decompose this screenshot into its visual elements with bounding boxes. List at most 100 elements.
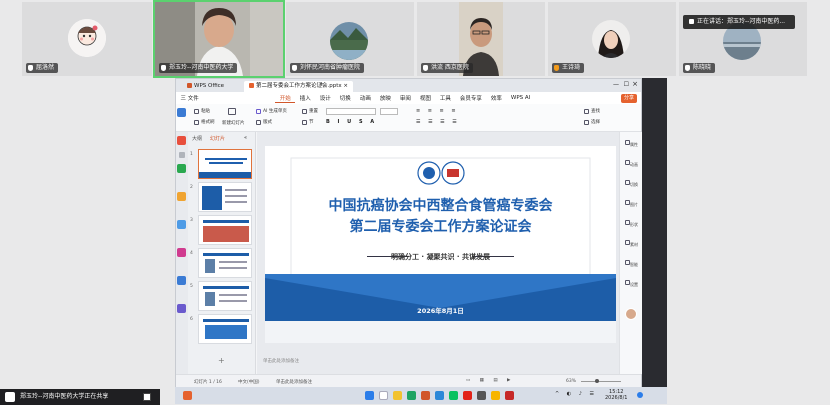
screen-share-indicator[interactable]: 郑玉玲--河南中医药大学正在共享 [0,389,160,405]
paste-button[interactable]: 粘贴 [194,108,210,114]
app-icon[interactable] [477,391,486,400]
app-icon[interactable] [505,391,514,400]
file-explorer-icon[interactable] [393,391,402,400]
minimize-icon[interactable]: — [613,81,619,88]
close-icon[interactable]: × [632,80,638,88]
desktop-app-icon[interactable] [177,304,186,313]
menu-view[interactable]: 视图 [415,94,435,102]
mic-icon [423,65,428,71]
expand-icon[interactable] [143,393,151,401]
wps-taskbar-icon[interactable] [183,391,192,400]
slide-thumbnail[interactable] [198,182,252,212]
menu-design[interactable]: 设计 [315,94,335,102]
menu-member[interactable]: 会员专享 [455,94,486,102]
reset-button[interactable]: 重置 [302,108,318,114]
menu-wps-ai[interactable]: WPS AI [506,95,534,101]
browser-icon[interactable] [407,391,416,400]
tab-outline[interactable]: 大纲 [192,135,202,142]
maximize-icon[interactable]: ☐ [624,81,629,88]
new-tab-icon[interactable]: + [319,81,324,88]
font-size-select[interactable] [380,108,398,115]
participant-tile[interactable]: 屈洛然 [22,2,152,76]
menu-file[interactable]: 三 文件 [176,94,203,102]
find-button[interactable]: 查找 [584,108,600,114]
desktop-app-icon[interactable] [177,136,186,145]
slide-thumbnail[interactable] [198,149,252,179]
menu-home[interactable]: 开始 [275,94,296,103]
search-icon[interactable] [379,391,388,400]
tab-document[interactable]: 第二届专委会工作方案论证会.pptx × [244,81,354,92]
menu-review[interactable]: 审阅 [395,94,415,102]
participant-tile[interactable]: 王诗琦 [548,2,676,76]
animation-button[interactable]: 动画 [622,160,641,168]
menu-transition[interactable]: 切换 [335,94,355,102]
cursor-icon [584,119,589,125]
floating-avatar[interactable] [625,308,637,320]
clock[interactable]: 15:12 2026/8/1 [605,389,627,401]
desktop-app-icon[interactable] [177,248,186,257]
layout-button[interactable]: 版式 [256,119,272,125]
participant-tile-active[interactable]: 郑玉玲--河南中医药大学 [153,0,285,78]
notes-toggle[interactable]: 单击此处添加备注 [276,379,312,385]
tab-slides[interactable]: 幻灯片 [210,135,225,142]
smart-button[interactable]: 智能 [622,260,641,268]
participant-tile[interactable]: 洪流 西京医院 [417,2,545,76]
desktop-app-icon[interactable] [177,108,186,117]
properties-button[interactable]: 属性 [622,140,641,148]
format-painter-button[interactable]: 格式刷 [194,119,215,125]
collapse-panel-icon[interactable]: « [244,135,247,141]
current-slide[interactable]: 中国抗癌协会中西整合食管癌专委会 第二届专委会工作方案论证会 明确分工 · 凝聚… [265,146,616,343]
zoom-level[interactable]: 63% [566,379,576,384]
view-mode-icons[interactable]: ▭ ▦ ▤ ▶ [466,378,515,383]
menu-tools[interactable]: 工具 [435,94,455,102]
font-name-select[interactable] [326,108,376,115]
meeting-app-icon[interactable] [435,391,444,400]
app-icon[interactable] [491,391,500,400]
ai-generate-button[interactable]: AI 生成单页 [256,108,287,114]
new-slide-label[interactable]: 新建幻灯片 [222,120,245,126]
notification-icon[interactable] [637,392,643,398]
transition-button[interactable]: 切换 [622,180,641,188]
settings-button[interactable]: 设置 [622,280,641,288]
section-button[interactable]: 节 [302,119,314,125]
desktop-app-icon[interactable] [177,276,186,285]
picture-button[interactable]: 图片 [622,200,641,208]
slide-thumbnail[interactable] [198,281,252,311]
add-slide-icon[interactable]: + [218,356,225,365]
wechat-icon[interactable] [449,391,458,400]
slide-thumbnail[interactable] [198,215,252,245]
wps-window: WPS Office 第二届专委会工作方案论证会.pptx × + — ☐ × … [175,78,642,388]
notes-area[interactable]: 单击此处添加备注 [263,358,583,370]
desktop-app-icon[interactable] [177,164,186,173]
wps-app-icon[interactable] [421,391,430,400]
panel-toggle-icon[interactable] [179,152,185,158]
paragraph-buttons[interactable]: ≡ ≡ ≡ ≡ [416,108,459,114]
slide-thumbnail[interactable] [198,314,252,344]
alignment-buttons[interactable]: ☰ ☰ ☰ ☰ [416,119,460,125]
select-button[interactable]: 选择 [584,119,600,125]
slide-thumbnail[interactable] [198,248,252,278]
menu-insert[interactable]: 插入 [295,94,315,102]
start-icon[interactable] [365,391,374,400]
new-slide-button[interactable] [228,108,236,115]
app-icon[interactable] [463,391,472,400]
tab-wps-office[interactable]: WPS Office [182,81,229,92]
menu-slideshow[interactable]: 放映 [375,94,395,102]
material-button[interactable]: 素材 [622,240,641,248]
zoom-slider-handle[interactable] [595,379,599,383]
menu-efficiency[interactable]: 效率 [486,94,506,102]
language-indicator[interactable]: 中文(中国) [238,379,260,385]
zoom-slider[interactable] [581,381,621,382]
system-tray-icons[interactable]: ^ ◐ ♪ ☰ [555,391,597,397]
participant-tile[interactable]: 刘怀民河南省肿瘤医院 [286,2,414,76]
layout-icon [256,119,261,125]
shape-button[interactable]: 形状 [622,220,641,228]
mic-icon [161,65,166,71]
desktop-app-icon[interactable] [177,192,186,201]
font-format-group[interactable]: B I U S A ≡ ≡ ≡ ≡ ☰ ☰ ☰ ☰ [326,108,536,128]
menu-animation[interactable]: 动画 [355,94,375,102]
desktop-app-icon[interactable] [177,220,186,229]
text-style-buttons[interactable]: B I U S A [326,119,377,125]
participant-tile[interactable]: 陈晓晓 [679,2,807,76]
share-button[interactable]: 分享 [620,94,637,103]
